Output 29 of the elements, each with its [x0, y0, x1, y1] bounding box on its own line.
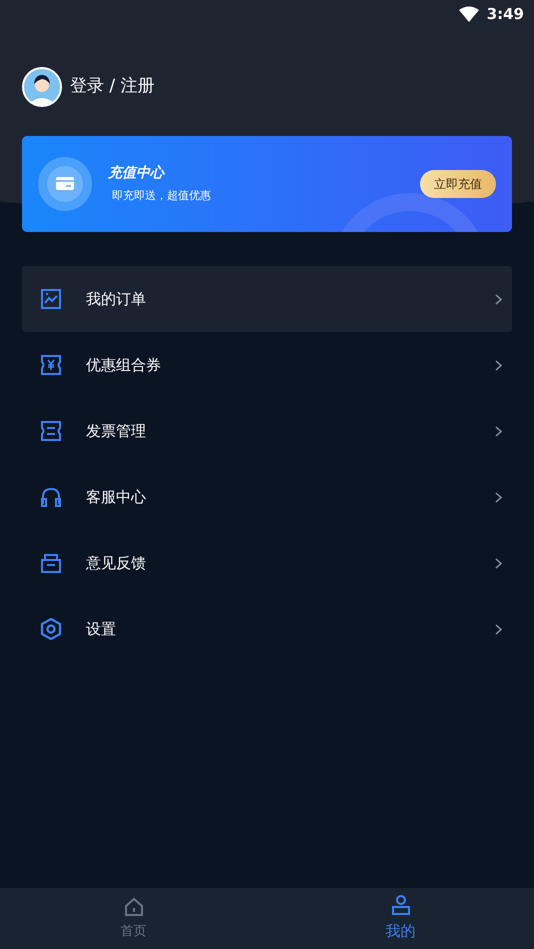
banner-subtitle: 即充即送，超值优惠	[112, 188, 211, 204]
avatar-icon[interactable]	[22, 67, 62, 107]
coupon-icon	[40, 354, 62, 376]
inbox-icon	[40, 552, 62, 574]
menu-item[interactable]: 设置	[22, 596, 512, 662]
menu-item[interactable]: 我的订单	[22, 266, 512, 332]
chevron-icon	[495, 492, 502, 502]
tab-item[interactable]: 我的	[267, 888, 534, 949]
chevron-icon	[495, 426, 502, 436]
person-icon	[390, 894, 412, 916]
ticket-icon	[40, 420, 62, 442]
banner-title: 充值中心	[108, 164, 166, 184]
chevron-icon	[495, 294, 502, 304]
card-icon	[38, 157, 92, 211]
menu-item[interactable]: 发票管理	[22, 398, 512, 464]
home-icon	[122, 896, 144, 918]
headset-icon	[40, 486, 62, 508]
chevron-icon	[495, 558, 502, 568]
menu-item[interactable]: 意见反馈	[22, 530, 512, 596]
login-link[interactable]: 登录 / 注册	[70, 74, 155, 100]
chevron-icon	[495, 624, 502, 634]
chevron-icon	[495, 360, 502, 370]
clock-time: 3:49	[486, 4, 524, 25]
menu-item[interactable]: 优惠组合券	[22, 332, 512, 398]
settings-icon	[40, 618, 62, 640]
menu-item[interactable]: 客服中心	[22, 464, 512, 530]
recharge-button[interactable]: 立即充值	[420, 170, 496, 198]
chart-icon	[40, 288, 62, 310]
wifi-icon	[458, 6, 479, 22]
